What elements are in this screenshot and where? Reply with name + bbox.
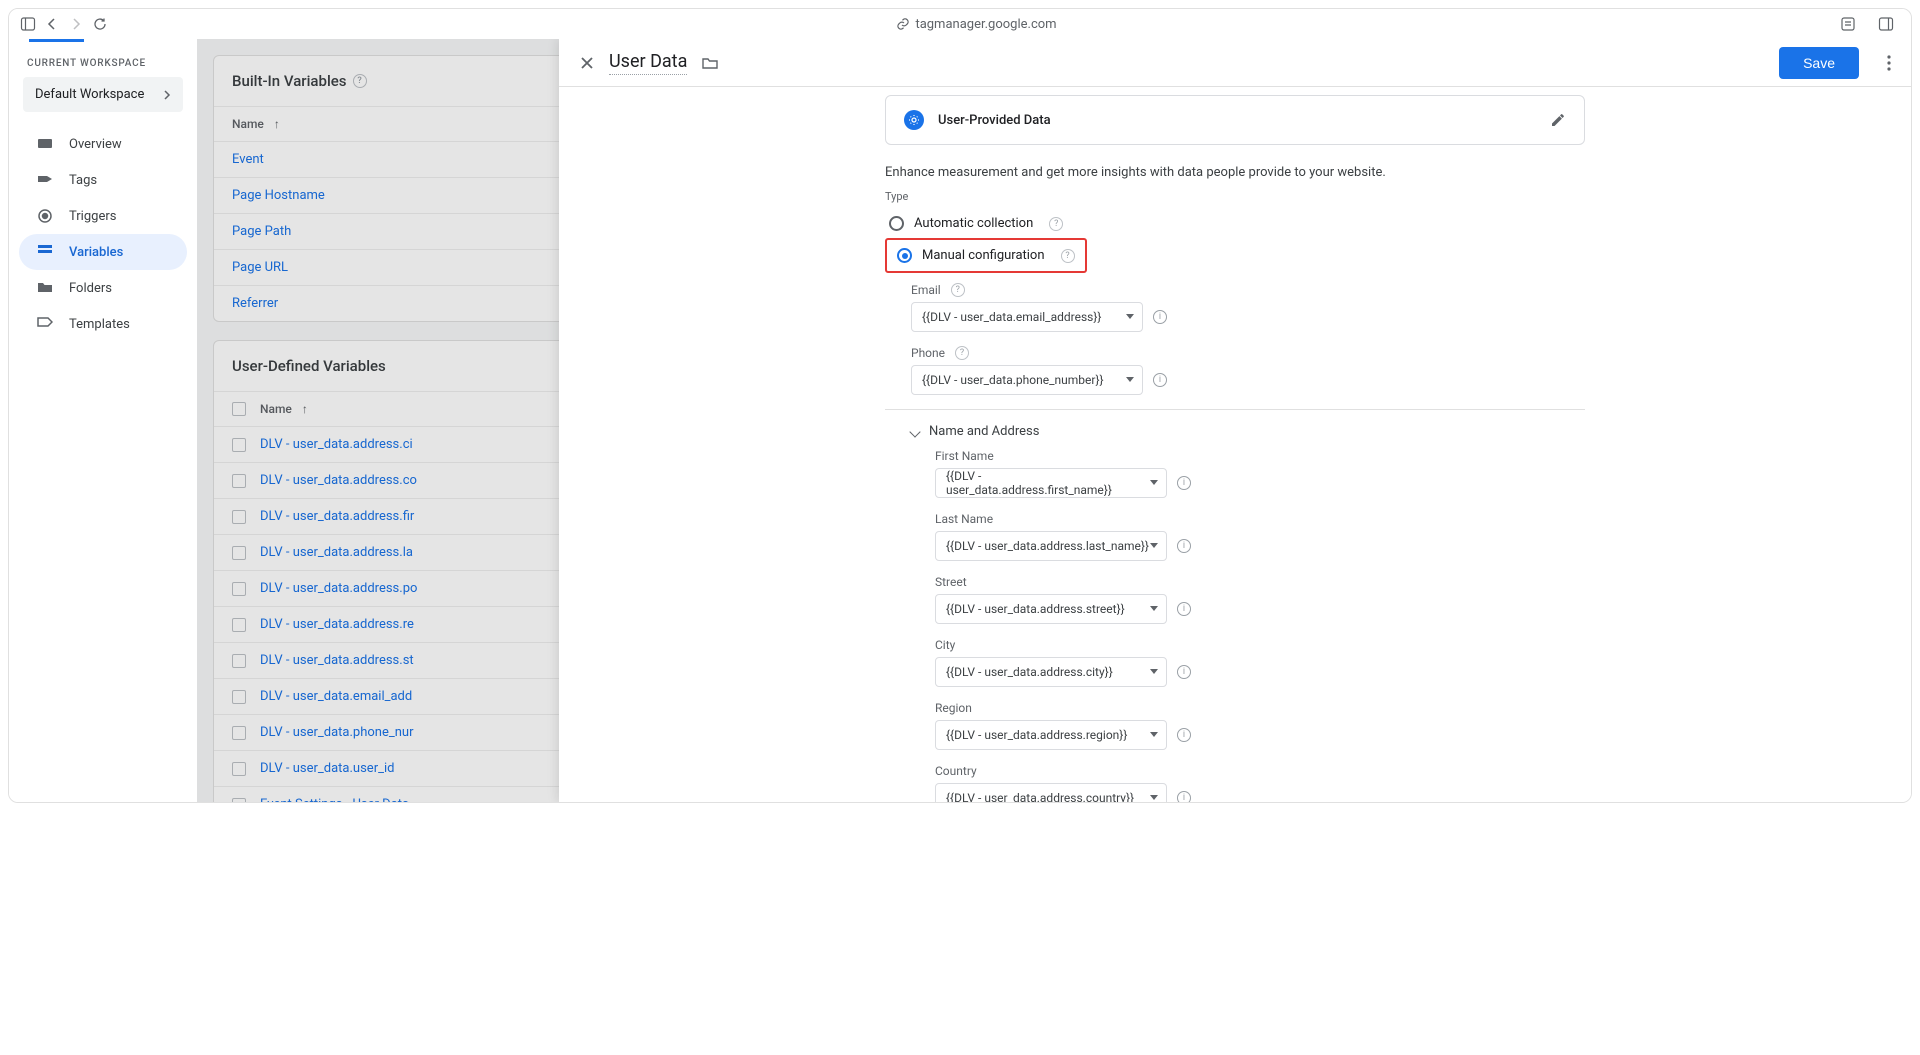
workspace-selector[interactable]: Default Workspace: [23, 77, 183, 112]
sidebar-item-label: Variables: [69, 245, 123, 260]
info-icon[interactable]: i: [1177, 665, 1191, 679]
chevron-down-icon: [1126, 377, 1134, 383]
chevron-down-icon: [1150, 543, 1158, 549]
country-select[interactable]: {{DLV - user_data.address.country}}: [935, 783, 1167, 802]
last-name-select[interactable]: {{DLV - user_data.address.last_name}}: [935, 531, 1167, 561]
email-label: Email ?: [911, 283, 1585, 297]
phone-label: Phone ?: [911, 346, 1585, 360]
save-button[interactable]: Save: [1779, 47, 1859, 79]
city-label: City: [935, 638, 1585, 652]
panel-left-icon[interactable]: [19, 15, 37, 33]
workspace-name: Default Workspace: [35, 87, 144, 102]
type-label: Type: [885, 190, 1585, 203]
browser-toolbar: tagmanager.google.com: [9, 9, 1911, 39]
link-icon: [897, 18, 909, 30]
region-label: Region: [935, 701, 1585, 715]
sidebar-item-label: Triggers: [69, 209, 116, 224]
tag-icon: [37, 172, 53, 188]
sidebar-item-tags[interactable]: Tags: [19, 162, 187, 198]
info-icon[interactable]: i: [1177, 791, 1191, 802]
description-text: Enhance measurement and get more insight…: [885, 165, 1585, 180]
last-name-label: Last Name: [935, 512, 1585, 526]
info-icon[interactable]: i: [1177, 728, 1191, 742]
variable-title[interactable]: User Data: [609, 51, 687, 75]
trigger-icon: [37, 208, 53, 224]
chevron-right-icon: [163, 89, 171, 101]
radio-label: Manual configuration: [922, 248, 1045, 263]
chevron-down-icon: [1126, 314, 1134, 320]
sidebar-item-triggers[interactable]: Triggers: [19, 198, 187, 234]
close-icon[interactable]: [579, 55, 595, 71]
chevron-down-icon: [1150, 480, 1158, 486]
radio-automatic[interactable]: Automatic collection ?: [885, 209, 1585, 238]
note-icon[interactable]: [1839, 15, 1857, 33]
highlight-annotation: Manual configuration ?: [885, 238, 1087, 273]
sidebar-item-templates[interactable]: Templates: [19, 306, 187, 342]
first-name-label: First Name: [935, 449, 1585, 463]
info-icon[interactable]: i: [1153, 373, 1167, 387]
chevron-down-icon: [1150, 669, 1158, 675]
sidebar-item-overview[interactable]: Overview: [19, 126, 187, 162]
sidebar: CURRENT WORKSPACE Default Workspace Over…: [9, 39, 197, 802]
help-icon[interactable]: ?: [955, 346, 969, 360]
info-icon[interactable]: i: [1177, 602, 1191, 616]
overview-icon: [37, 136, 53, 152]
info-icon[interactable]: i: [1177, 476, 1191, 490]
sidebar-item-label: Folders: [69, 281, 112, 296]
workspace-header: CURRENT WORKSPACE: [9, 58, 197, 77]
sidebar-item-label: Templates: [69, 317, 130, 332]
variable-editor-modal: User Data Save User-Provided Data Enhanc…: [559, 39, 1911, 802]
sidebar-item-label: Tags: [69, 173, 97, 188]
help-icon[interactable]: ?: [951, 283, 965, 297]
chevron-down-icon: [1150, 606, 1158, 612]
radio-icon: [897, 248, 912, 263]
help-icon[interactable]: ?: [1049, 217, 1063, 231]
folder-icon: [37, 280, 53, 296]
sidebar-item-variables[interactable]: Variables: [19, 234, 187, 270]
sidebar-item-label: Overview: [69, 137, 122, 152]
info-icon[interactable]: i: [1153, 310, 1167, 324]
url-text: tagmanager.google.com: [915, 17, 1056, 32]
email-select[interactable]: {{DLV - user_data.email_address}}: [911, 302, 1143, 332]
radio-manual[interactable]: Manual configuration ?: [891, 245, 1081, 266]
modal-header: User Data Save: [559, 39, 1911, 87]
city-select[interactable]: {{DLV - user_data.address.city}}: [935, 657, 1167, 687]
reload-icon[interactable]: [91, 15, 109, 33]
more-icon[interactable]: [1887, 55, 1891, 71]
radio-icon: [889, 216, 904, 231]
folder-icon[interactable]: [701, 55, 719, 71]
back-icon[interactable]: [43, 15, 61, 33]
pencil-icon[interactable]: [1550, 112, 1566, 128]
first-name-select[interactable]: {{DLV - user_data.address.first_name}}: [935, 468, 1167, 498]
template-icon: [37, 316, 53, 332]
radio-label: Automatic collection: [914, 216, 1033, 231]
name-address-section[interactable]: Name and Address: [911, 424, 1585, 439]
help-icon[interactable]: ?: [1061, 249, 1075, 263]
variable-type-card[interactable]: User-Provided Data: [885, 95, 1585, 145]
chevron-down-icon: [1150, 795, 1158, 801]
phone-select[interactable]: {{DLV - user_data.phone_number}}: [911, 365, 1143, 395]
forward-icon: [67, 15, 85, 33]
chevron-down-icon: [1150, 732, 1158, 738]
chevron-down-icon: [909, 426, 920, 437]
street-label: Street: [935, 575, 1585, 589]
street-select[interactable]: {{DLV - user_data.address.street}}: [935, 594, 1167, 624]
country-label: Country: [935, 764, 1585, 778]
active-tab-indicator: [29, 39, 84, 42]
panel-right-icon[interactable]: [1877, 15, 1895, 33]
variable-type-label: User-Provided Data: [938, 113, 1051, 128]
variables-icon: [37, 244, 53, 260]
region-select[interactable]: {{DLV - user_data.address.region}}: [935, 720, 1167, 750]
gear-icon: [904, 110, 924, 130]
info-icon[interactable]: i: [1177, 539, 1191, 553]
sidebar-item-folders[interactable]: Folders: [19, 270, 187, 306]
